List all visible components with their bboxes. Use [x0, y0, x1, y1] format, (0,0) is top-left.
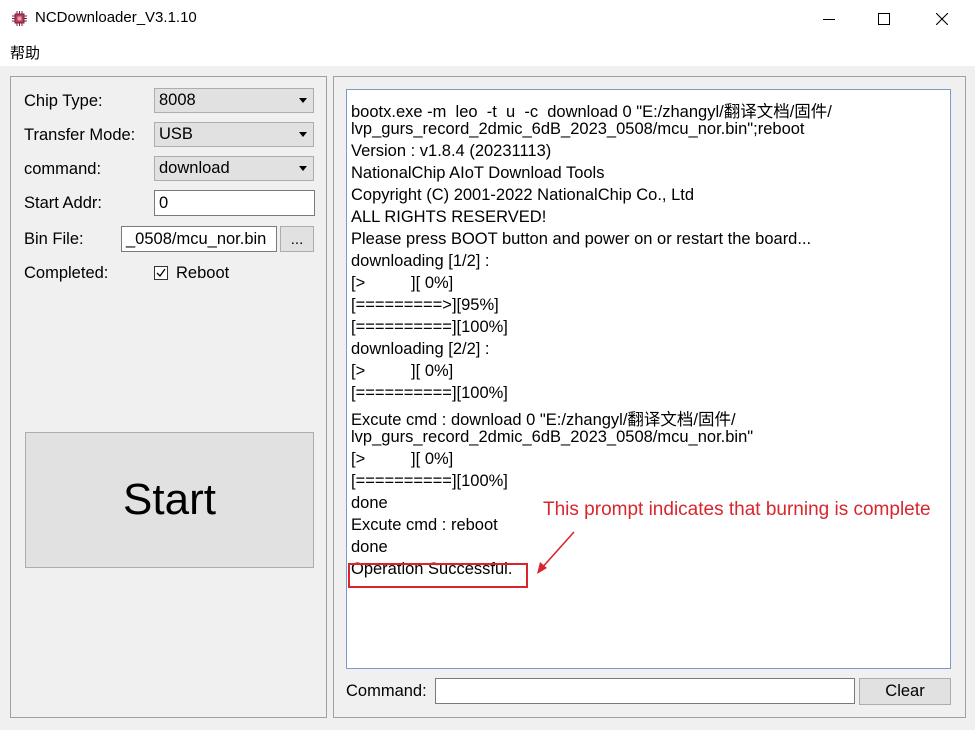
close-button[interactable] — [918, 0, 966, 38]
log-line: [==========][100%] — [351, 472, 508, 490]
log-line: [==========][100%] — [351, 318, 508, 336]
menu-help[interactable]: 帮助 — [10, 42, 40, 63]
log-line: [> ][ 0%] — [351, 362, 454, 380]
chip-type-select[interactable]: 8008 — [154, 88, 314, 113]
chevron-down-icon — [299, 98, 307, 103]
maximize-icon — [878, 13, 890, 25]
success-highlight-box — [348, 563, 528, 588]
start-button[interactable]: Start — [25, 432, 314, 568]
log-line: downloading [2/2] : — [351, 340, 490, 358]
log-line: Excute cmd : download 0 "E:/zhangyl/翻译文档… — [351, 411, 736, 429]
chip-type-label: Chip Type: — [24, 92, 103, 110]
browse-button[interactable]: ... — [280, 226, 314, 252]
log-line: ALL RIGHTS RESERVED! — [351, 208, 547, 226]
log-line: done — [351, 494, 388, 512]
log-line: lvp_gurs_record_2dmic_6dB_2023_0508/mcu_… — [351, 428, 754, 446]
bin-file-label: Bin File: — [24, 230, 84, 248]
transfer-mode-value: USB — [159, 125, 193, 143]
log-line: Copyright (C) 2001-2022 NationalChip Co.… — [351, 186, 695, 204]
minimize-button[interactable] — [805, 0, 853, 38]
reboot-label[interactable]: Reboot — [176, 264, 229, 283]
start-addr-input[interactable]: 0 — [154, 190, 315, 216]
annotation-text: This prompt indicates that burning is co… — [543, 499, 931, 520]
command-input[interactable] — [435, 678, 855, 704]
checkmark-icon — [156, 268, 166, 278]
menu-bar: 帮助 — [0, 38, 975, 66]
command-select[interactable]: download — [154, 156, 314, 181]
window-title: NCDownloader_V3.1.10 — [35, 9, 197, 26]
title-bar: NCDownloader_V3.1.10 — [0, 0, 975, 38]
start-addr-label: Start Addr: — [24, 194, 102, 212]
clear-button[interactable]: Clear — [859, 678, 951, 705]
annotation-arrow-icon — [537, 531, 575, 574]
log-line: [> ][ 0%] — [351, 274, 454, 292]
chevron-down-icon — [299, 132, 307, 137]
command-label: command: — [24, 160, 102, 178]
log-line: Version : v1.8.4 (20231113) — [351, 142, 552, 160]
chip-icon — [12, 11, 27, 26]
completed-label: Completed: — [24, 264, 109, 282]
transfer-mode-label: Transfer Mode: — [24, 126, 136, 144]
reboot-checkbox[interactable] — [154, 266, 168, 280]
transfer-mode-select[interactable]: USB — [154, 122, 314, 147]
log-line: lvp_gurs_record_2dmic_6dB_2023_0508/mcu_… — [351, 120, 805, 138]
log-line: done — [351, 538, 388, 556]
maximize-button[interactable] — [860, 0, 908, 38]
log-line: bootx.exe -m leo -t u -c download 0 "E:/… — [351, 103, 832, 121]
command-value: download — [159, 159, 230, 177]
log-line: Please press BOOT button and power on or… — [351, 230, 812, 248]
chevron-down-icon — [299, 166, 307, 171]
log-line: [=========>][95%] — [351, 296, 499, 314]
log-line: Excute cmd : reboot — [351, 516, 498, 534]
log-line: NationalChip AIoT Download Tools — [351, 164, 605, 182]
minimize-icon — [823, 19, 835, 20]
log-line: [==========][100%] — [351, 384, 508, 402]
command-input-label: Command: — [346, 682, 427, 700]
bin-file-input[interactable]: _0508/mcu_nor.bin — [121, 226, 277, 252]
chip-type-value: 8008 — [159, 91, 196, 109]
log-line: downloading [1/2] : — [351, 252, 490, 270]
log-line: [> ][ 0%] — [351, 450, 454, 468]
close-icon — [936, 13, 948, 25]
